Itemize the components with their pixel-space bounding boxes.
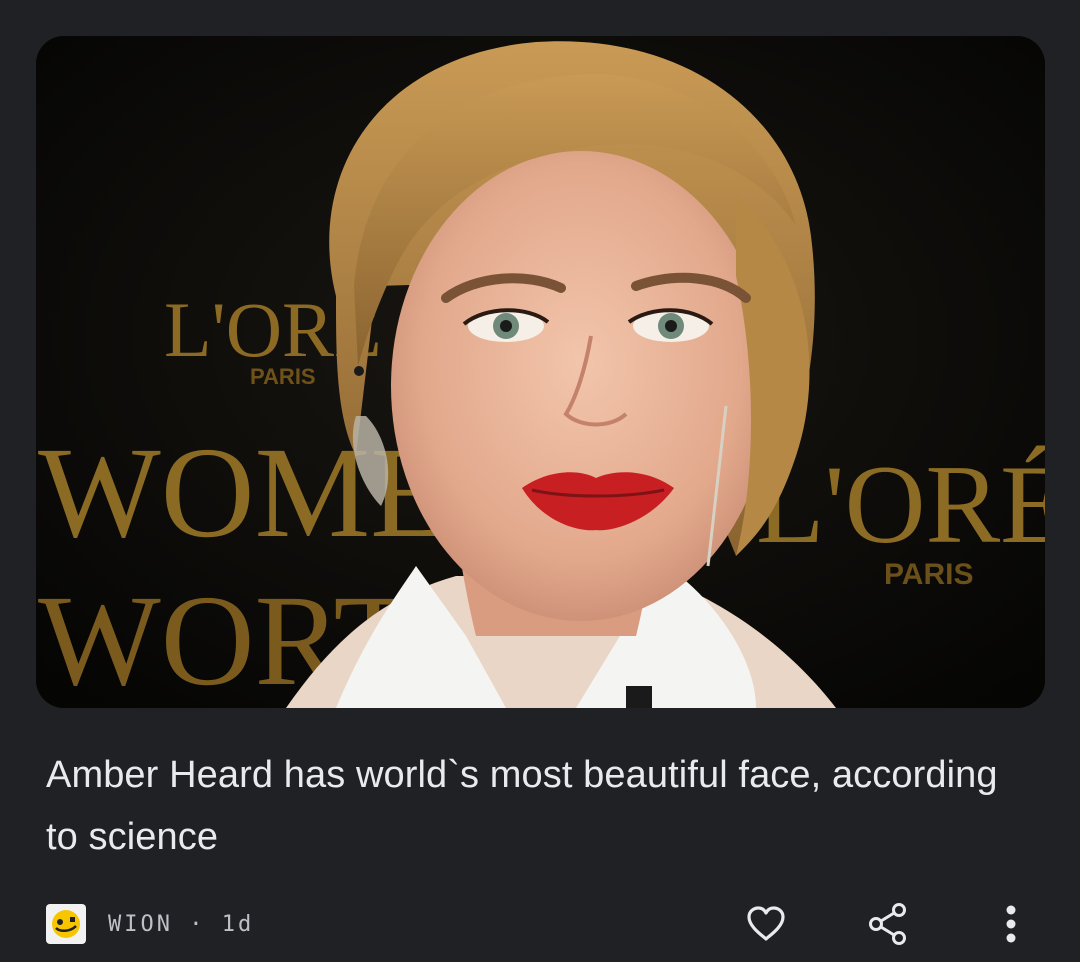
more-options-button[interactable] [983, 896, 1039, 952]
news-card[interactable]: L'ORÉ PARIS WOME WORT L'ORÉ PARIS Amber … [0, 0, 1080, 962]
share-button[interactable] [860, 896, 916, 952]
more-vert-icon [1006, 905, 1016, 943]
action-bar [0, 896, 1080, 952]
backdrop-text: PARIS [250, 364, 316, 389]
article-image[interactable]: L'ORÉ PARIS WOME WORT L'ORÉ PARIS [36, 36, 1045, 708]
backdrop-text: L'ORÉ [756, 443, 1045, 567]
article-headline[interactable]: Amber Heard has world`s most beautiful f… [46, 744, 1036, 868]
article-photo: L'ORÉ PARIS WOME WORT L'ORÉ PARIS [36, 36, 1045, 708]
share-icon [869, 903, 906, 945]
backdrop-text: WOME [38, 421, 450, 565]
like-button[interactable] [738, 896, 794, 952]
backdrop-text: PARIS [884, 558, 973, 591]
heart-icon [747, 906, 785, 941]
